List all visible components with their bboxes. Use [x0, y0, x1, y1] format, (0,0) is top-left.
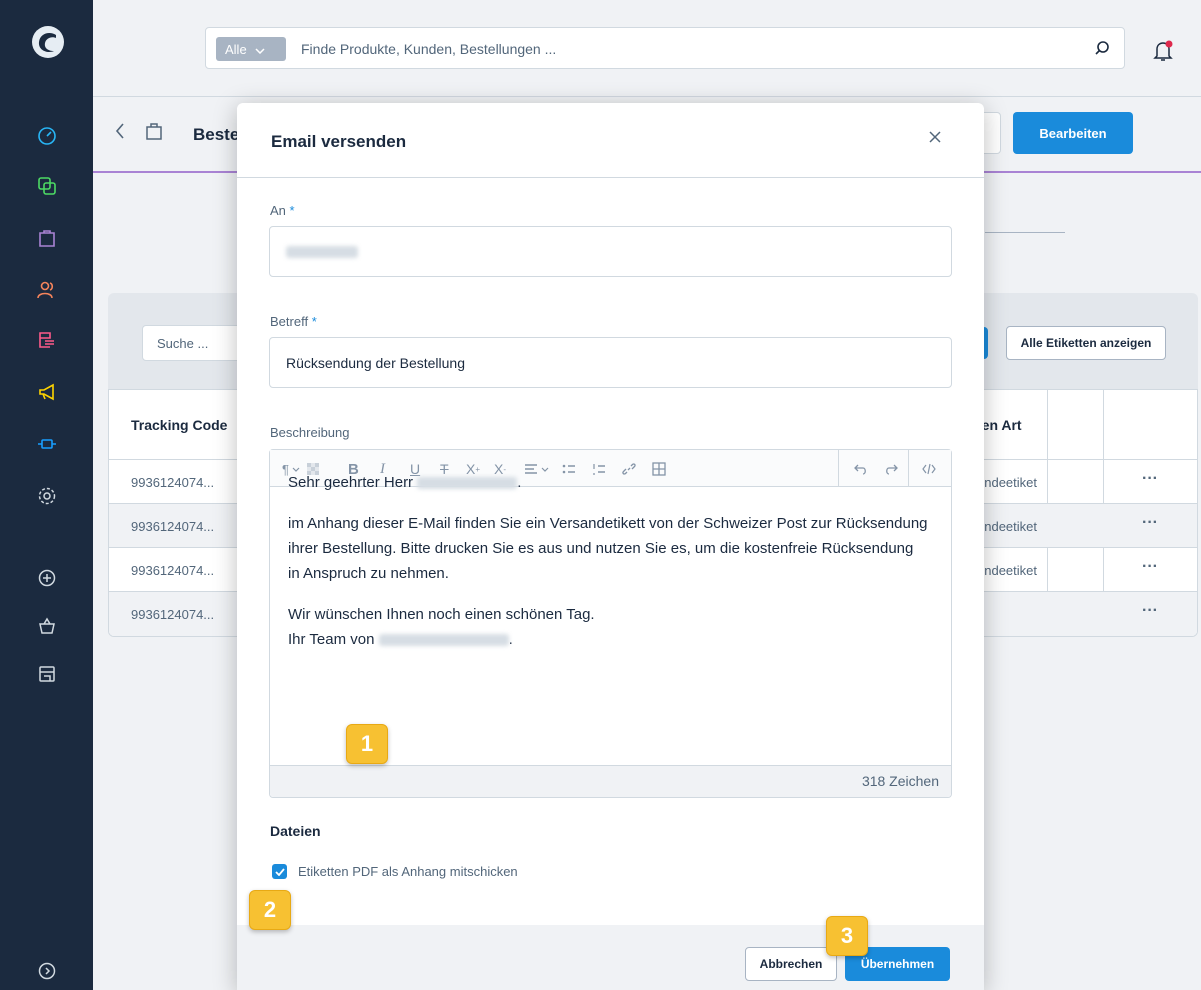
modal-footer: Abbrechen Übernehmen [237, 925, 984, 990]
greeting-period: . [517, 474, 522, 491]
dashboard-icon[interactable] [35, 124, 59, 148]
modal-header: Email versenden [237, 103, 984, 178]
step-badge-3: 3 [826, 916, 868, 956]
closing-paragraph: Wir wünschen Ihnen noch einen schönen Ta… [288, 602, 928, 652]
to-field-label: An * [270, 203, 295, 218]
greeting-line: Sehr geehrter Herr . [288, 470, 928, 495]
step-badge-1: 1 [346, 724, 388, 764]
cancel-button[interactable]: Abbrechen [745, 947, 837, 981]
description-field-label: Beschreibung [270, 425, 350, 440]
basket-icon[interactable] [35, 614, 59, 638]
subject-field[interactable]: Rücksendung der Bestellung [269, 337, 952, 388]
to-email-field[interactable] [269, 226, 952, 277]
add-icon[interactable] [35, 566, 59, 590]
orders-icon[interactable] [35, 226, 59, 250]
subject-field-label: Betreff * [270, 314, 317, 329]
shopware-logo-icon[interactable] [30, 24, 66, 60]
content-icon[interactable] [35, 328, 59, 352]
closing-period: . [508, 631, 513, 648]
editor-content[interactable]: Sehr geehrter Herr . im Anhang dieser E-… [288, 470, 928, 668]
greeting-text: Sehr geehrter Herr [288, 474, 414, 491]
checkmark-icon [274, 867, 285, 876]
catalogue-icon[interactable] [35, 174, 59, 198]
char-count: 318 Zeichen [861, 773, 939, 789]
marketing-icon[interactable] [35, 380, 59, 404]
to-label-text: An [270, 203, 286, 218]
customers-icon[interactable] [35, 278, 59, 302]
step-badge-2: 2 [249, 890, 291, 930]
body-paragraph: im Anhang dieser E-Mail finden Sie ein V… [288, 515, 928, 582]
modal-title: Email versenden [271, 132, 407, 151]
sidebar [0, 0, 93, 990]
subject-label-text: Betreff [270, 314, 309, 329]
closing-line-1: Wir wünschen Ihnen noch einen schönen Ta… [288, 606, 595, 623]
redacted-email [286, 245, 358, 258]
settings-icon[interactable] [35, 484, 59, 508]
expand-sidebar-icon[interactable] [35, 959, 59, 983]
attach-pdf-label[interactable]: Etiketten PDF als Anhang mitschicken [298, 864, 518, 879]
required-mark: * [311, 314, 317, 329]
send-email-modal: Email versenden An * Betreff * Rücksendu… [237, 103, 984, 990]
close-icon[interactable] [929, 131, 945, 147]
storefront-icon[interactable] [35, 662, 59, 686]
redacted-name [417, 477, 518, 490]
redacted-shop-name [378, 634, 509, 647]
editor-footer: 318 Zeichen [270, 765, 951, 797]
attach-pdf-checkbox[interactable] [272, 864, 287, 879]
extensions-icon[interactable] [35, 432, 59, 456]
files-section-title: Dateien [270, 823, 321, 839]
closing-line-2: Ihr Team von [288, 631, 375, 648]
required-mark: * [289, 203, 295, 218]
